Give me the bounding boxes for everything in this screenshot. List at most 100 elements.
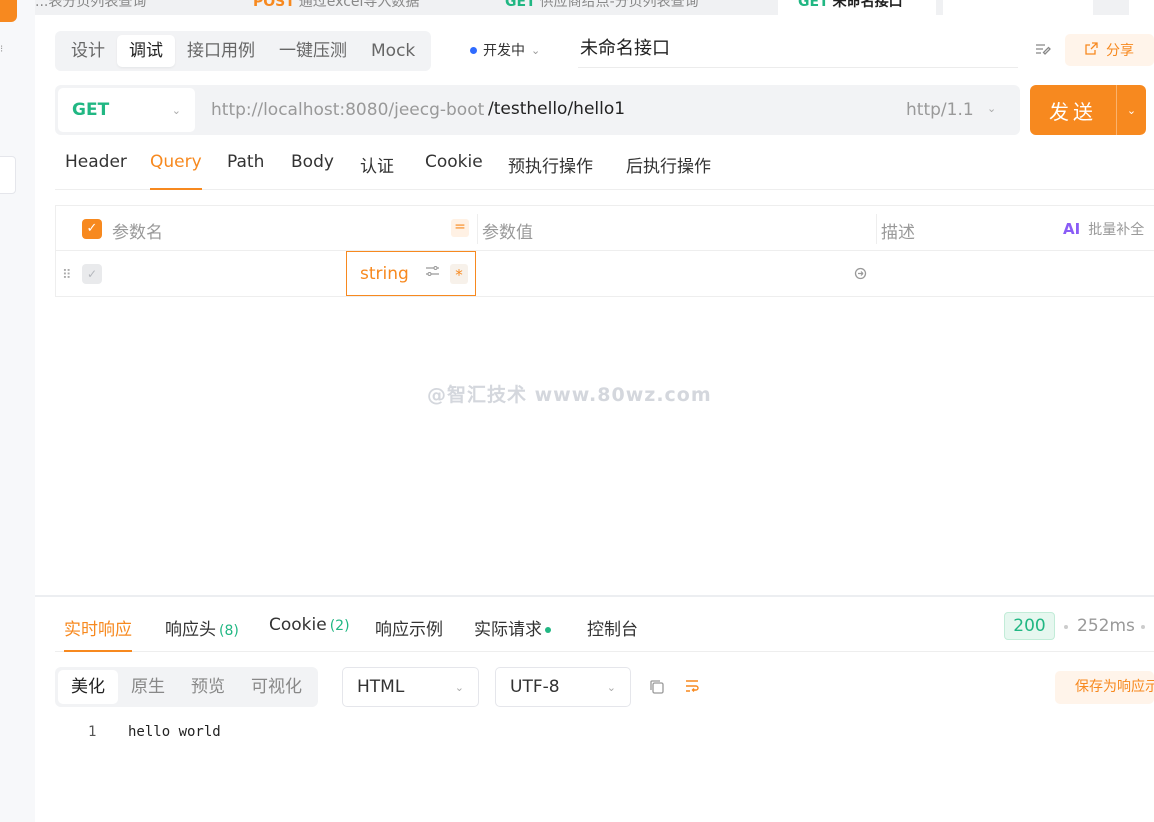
doc-tab-label: 通过excel导入数据: [298, 0, 420, 10]
view-preview[interactable]: 预览: [178, 670, 238, 704]
document-tabs: ...表分页列表查询 POST 通过excel导入数据 GET 供应商给点-分页列表…: [35, 0, 1154, 15]
chevron-down-icon[interactable]: ⌄: [987, 102, 996, 115]
doc-tab[interactable]: [943, 0, 1093, 15]
status-label: 开发中: [483, 43, 525, 59]
tab-body[interactable]: Body: [291, 152, 334, 190]
watermark: @智汇技术 www.80wz.com: [427, 384, 712, 406]
mode-debug[interactable]: 调试: [117, 35, 175, 67]
doc-tab[interactable]: GET 供应商给点-分页列表查询: [505, 0, 765, 15]
view-visualize[interactable]: 可视化: [238, 670, 315, 704]
doc-tab-method: POST: [253, 0, 295, 10]
sidebar-panel-toggle[interactable]: [0, 156, 16, 194]
param-type-select[interactable]: string *: [346, 251, 476, 296]
chevron-down-icon: ⌄: [171, 103, 181, 117]
format-value: HTML: [357, 677, 405, 697]
line-number: 1: [88, 724, 97, 740]
view-pretty[interactable]: 美化: [58, 670, 118, 704]
share-button[interactable]: 分享: [1065, 34, 1154, 66]
tab-post-processors[interactable]: 后执行操作: [626, 152, 711, 190]
doc-tab-label: 供应商给点-分页列表查询: [539, 0, 699, 10]
status-dot-icon: [470, 46, 477, 54]
link-icon[interactable]: [853, 266, 868, 285]
elapsed-time: 252ms: [1077, 616, 1135, 636]
chevron-down-icon: ⌄: [454, 680, 464, 694]
mode-cases[interactable]: 接口用例: [175, 35, 267, 67]
chevron-down-icon[interactable]: ⌄: [1117, 104, 1146, 117]
encoding-select[interactable]: UTF-8 ⌄: [495, 667, 631, 707]
indicator-dot-icon: [545, 627, 551, 633]
drag-handle-icon[interactable]: ⠿: [62, 268, 71, 283]
edit-note-icon[interactable]: [1035, 42, 1051, 56]
method-value: GET: [72, 100, 110, 120]
count-badge: (8): [219, 623, 239, 639]
tab-response-cookie[interactable]: Cookie (2): [269, 615, 350, 652]
chevron-down-icon: ⌄: [606, 680, 616, 694]
more-icon[interactable]: ⁝: [0, 44, 3, 55]
doc-tab-method: GET: [798, 0, 829, 10]
url-bar: GET ⌄ http://localhost:8080/jeecg-boot /…: [55, 85, 1020, 135]
line-text: hello world: [128, 724, 221, 740]
column-divider: [477, 214, 478, 244]
share-label: 分享: [1106, 43, 1134, 59]
view-mode-switch: 美化 原生 预览 可视化: [55, 667, 318, 707]
param-type-value: string: [360, 263, 409, 284]
save-as-example-button[interactable]: 保存为响应示例: [1055, 671, 1154, 704]
tab-realtime-response[interactable]: 实时响应: [64, 615, 132, 652]
tab-query[interactable]: Query: [150, 152, 202, 190]
tab-response-headers[interactable]: 响应头 (8): [165, 615, 239, 652]
sidebar-active-marker[interactable]: [0, 0, 17, 22]
doc-tab[interactable]: POST 通过excel导入数据: [253, 0, 483, 15]
col-value-header: 参数值: [482, 223, 533, 243]
col-name-header: 参数名: [112, 223, 163, 243]
format-select[interactable]: HTML ⌄: [342, 667, 479, 707]
tab-console[interactable]: 控制台: [587, 615, 638, 652]
send-button[interactable]: 发送 ⌄: [1030, 85, 1146, 135]
bulk-fill-label: 批量补全: [1088, 222, 1145, 238]
tab-actual-request[interactable]: 实际请求: [474, 615, 551, 652]
separator-dot: [1064, 625, 1068, 629]
count-badge: (2): [329, 618, 350, 634]
select-all-checkbox[interactable]: ✓: [82, 219, 102, 239]
encoding-value: UTF-8: [510, 677, 560, 697]
tab-response-example[interactable]: 响应示例: [375, 615, 443, 652]
bulk-fill-button[interactable]: AI 批量补全: [1063, 219, 1144, 239]
share-icon: [1085, 41, 1098, 59]
mode-stress-test[interactable]: 一键压测: [267, 35, 359, 67]
api-name-input[interactable]: 未命名接口: [578, 30, 1018, 68]
mode-mock[interactable]: Mock: [359, 35, 427, 67]
protocol-select[interactable]: http/1.1: [906, 100, 974, 120]
request-tabs: Header Query Path Body 认证 Cookie 预执行操作 后…: [55, 140, 1154, 190]
tab-label: Cookie: [269, 615, 327, 635]
doc-tab-active[interactable]: GET 未命名接口: [778, 0, 936, 15]
row-checkbox[interactable]: ✓: [82, 264, 102, 284]
table-header: ✓ 参数名 = 参数值 描述 AI 批量补全: [56, 206, 1154, 251]
tab-cookie[interactable]: Cookie: [425, 152, 483, 190]
section-divider: [35, 595, 1154, 597]
settings-sliders-icon[interactable]: [426, 265, 439, 279]
column-divider: [876, 214, 877, 244]
mode-design[interactable]: 设计: [59, 35, 117, 67]
col-desc-header: 描述: [881, 223, 915, 243]
tab-pre-processors[interactable]: 预执行操作: [508, 152, 593, 190]
base-url[interactable]: http://localhost:8080/jeecg-boot: [211, 100, 484, 120]
response-tabs: 实时响应 响应头 (8) Cookie (2) 响应示例 实际请求 控制台: [55, 598, 1154, 652]
copy-icon[interactable]: [649, 679, 665, 699]
method-select[interactable]: GET ⌄: [58, 88, 195, 132]
separator-dot: [1141, 625, 1145, 629]
response-body-line: 1 hello world: [88, 724, 221, 740]
view-raw[interactable]: 原生: [118, 670, 178, 704]
required-toggle[interactable]: *: [450, 264, 468, 284]
tab-auth[interactable]: 认证: [360, 152, 394, 190]
ai-icon: AI: [1063, 220, 1081, 238]
status-select[interactable]: 开发中 ⌄: [470, 40, 540, 60]
doc-tab[interactable]: [1129, 0, 1154, 15]
chevron-down-icon: ⌄: [531, 43, 541, 57]
doc-tab-label: 未命名接口: [832, 0, 903, 10]
doc-tab[interactable]: ...表分页列表查询: [35, 0, 220, 15]
send-label: 发送: [1049, 99, 1097, 124]
doc-tab-method: GET: [505, 0, 536, 10]
tab-path[interactable]: Path: [227, 152, 264, 190]
tab-header[interactable]: Header: [65, 152, 127, 190]
word-wrap-icon[interactable]: [684, 678, 700, 698]
path-input[interactable]: /testhello/hello1: [488, 99, 625, 119]
